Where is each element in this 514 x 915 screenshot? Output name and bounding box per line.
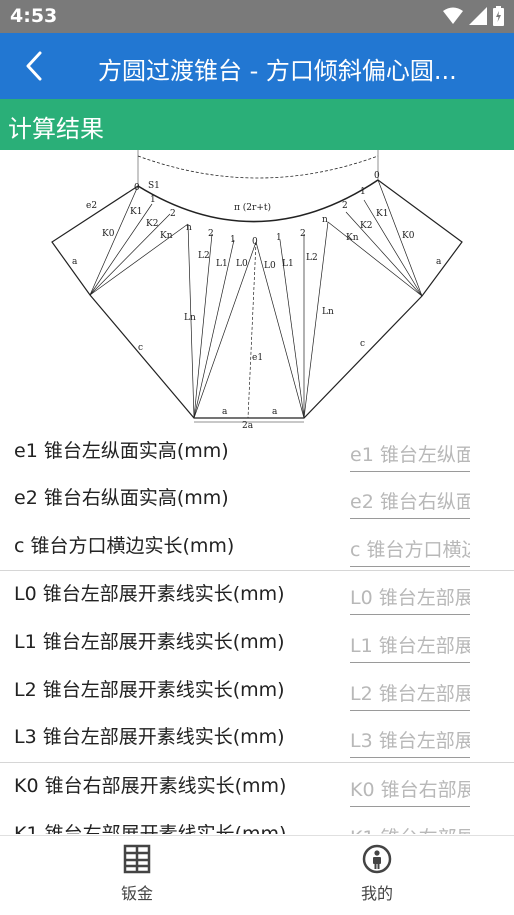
label-point-n-left: n (186, 223, 192, 233)
nav-label-mine: 我的 (360, 884, 393, 903)
form-row-K1: K1 锥台右部展开素线实长(mm) (0, 813, 514, 834)
label-Ln-right: Ln (322, 307, 334, 317)
label-K0-right: K0 (402, 231, 415, 241)
field-label-L3: L3 锥台左部展开素线实长(mm) (14, 726, 285, 748)
status-icons (443, 6, 504, 26)
status-time: 4:53 (10, 5, 58, 27)
label-point-0-left: 0 (134, 183, 140, 193)
K1-field[interactable] (350, 821, 470, 834)
label-L1-left: L1 (216, 259, 228, 269)
label-a-bottom-left: a (222, 407, 228, 417)
L0-field[interactable] (350, 581, 470, 615)
label-point-2-mid-left: 2 (208, 229, 214, 239)
back-arrow-icon[interactable] (18, 49, 52, 83)
status-bar: 4:53 (0, 0, 514, 33)
label-L2-right: L2 (306, 253, 318, 263)
label-a-bottom-right: a (272, 407, 278, 417)
label-Ln-left: Ln (184, 313, 196, 323)
app-bar: 方圆过渡锥台 - 方口倾斜偏心圆... (0, 33, 514, 99)
label-K2-left: K2 (146, 219, 158, 229)
label-e2: e2 (86, 201, 97, 211)
development-diagram: S1 π (2r+t) e2 K1 K0 K2 Kn a c Ln L2 L1 … (51, 150, 463, 431)
label-point-2-mid-right: 2 (300, 229, 306, 239)
label-point-0-right: 0 (374, 171, 380, 181)
field-label-L1: L1 锥台左部展开素线实长(mm) (14, 631, 285, 653)
label-L0-right: L0 (264, 261, 276, 271)
wifi-icon (443, 7, 463, 24)
nav-item-sheet-metal[interactable]: 钣金 (77, 844, 197, 904)
label-Kn-left: Kn (160, 231, 173, 241)
label-L1-right: L1 (282, 259, 294, 269)
form-row-L3: L3 锥台左部展开素线实长(mm) (0, 716, 514, 762)
form-row-L2: L2 锥台左部展开素线实长(mm) (0, 669, 514, 715)
L1-field[interactable] (350, 629, 470, 663)
label-point-1-mid-right: 1 (276, 233, 282, 243)
label-e1: e1 (252, 353, 263, 363)
nav-item-mine[interactable]: 我的 (317, 844, 437, 904)
label-a-left: a (72, 257, 78, 267)
field-label-e1: e1 锥台左纵面实高(mm) (14, 440, 229, 462)
c-field[interactable] (350, 533, 470, 567)
label-point-2-left: 2 (170, 209, 176, 219)
nav-label-sheet-metal: 钣金 (120, 884, 153, 903)
page-title: 方圆过渡锥台 - 方口倾斜偏心圆... (98, 57, 457, 85)
group-divider (0, 570, 514, 571)
L3-field[interactable] (350, 724, 470, 758)
label-a-right: a (436, 257, 442, 267)
form-row-K0: K0 锥台右部展开素线实长(mm) (0, 765, 514, 811)
battery-icon (493, 6, 504, 26)
field-label-c: c 锥台方口横边实长(mm) (14, 535, 235, 557)
field-label-e2: e2 锥台右纵面实高(mm) (14, 487, 229, 509)
form-row-e1: e1 锥台左纵面实高(mm) (0, 430, 514, 476)
field-label-L2: L2 锥台左部展开素线实长(mm) (14, 679, 285, 701)
label-point-1-mid-left: 1 (230, 235, 236, 245)
label-c-right: c (360, 339, 365, 349)
label-point-1-right: 1 (360, 187, 366, 197)
label-L0-left: L0 (236, 259, 248, 269)
bottom-navigation: 钣金 我的 (0, 835, 514, 915)
field-label-K1: K1 锥台右部展开素线实长(mm) (14, 823, 287, 834)
label-Kn-right: Kn (346, 233, 359, 243)
e1-field[interactable] (350, 438, 470, 472)
group-divider (0, 762, 514, 763)
form-row-L0: L0 锥台左部展开素线实长(mm) (0, 573, 514, 619)
section-title: 计算结果 (8, 115, 104, 143)
label-K1-left: K1 (130, 207, 142, 217)
e2-field[interactable] (350, 485, 470, 519)
sheet-metal-icon (123, 844, 151, 874)
person-icon (362, 844, 392, 874)
signal-icon (469, 7, 487, 25)
label-K2-right: K2 (360, 221, 372, 231)
form-row-L1: L1 锥台左部展开素线实长(mm) (0, 621, 514, 667)
field-label-K0: K0 锥台右部展开素线实长(mm) (14, 775, 287, 797)
form-row-e2: e2 锥台右纵面实高(mm) (0, 477, 514, 523)
label-K0-left: K0 (102, 229, 115, 239)
label-S1: S1 (148, 181, 160, 191)
label-point-n-right: n (322, 215, 328, 225)
label-L2-left: L2 (198, 251, 210, 261)
label-point-0-mid: 0 (252, 237, 258, 247)
label-K1-right: K1 (376, 209, 388, 219)
form-row-c: c 锥台方口横边实长(mm) (0, 525, 514, 571)
label-point-2-right: 2 (342, 201, 348, 211)
label-arc: π (2r+t) (234, 202, 271, 213)
section-header: 计算结果 (0, 99, 514, 150)
label-c-left: c (138, 343, 143, 353)
field-label-L0: L0 锥台左部展开素线实长(mm) (14, 583, 285, 605)
label-point-1-left: 1 (150, 195, 156, 205)
result-form: e1 锥台左纵面实高(mm) e2 锥台右纵面实高(mm) c 锥台方口横边实长… (0, 430, 514, 834)
K0-field[interactable] (350, 773, 470, 807)
L2-field[interactable] (350, 677, 470, 711)
